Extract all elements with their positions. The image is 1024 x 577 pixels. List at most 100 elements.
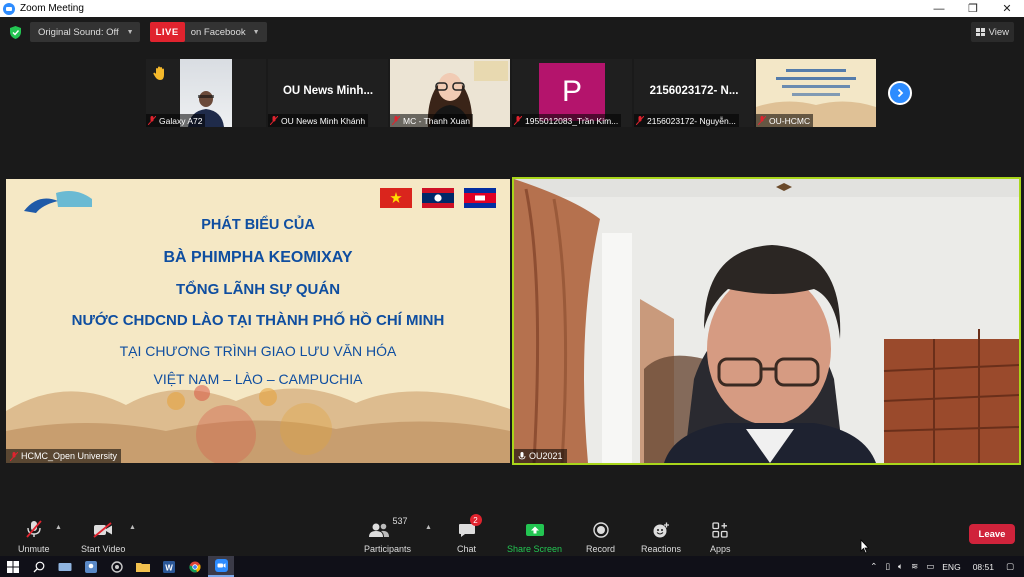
- keyboard-app-icon: [58, 562, 72, 571]
- participant-tile[interactable]: OU-HCMC: [756, 59, 876, 127]
- mic-muted-icon: [513, 115, 523, 126]
- close-window-button[interactable]: ✕: [990, 0, 1024, 17]
- original-sound-label: Original Sound: Off: [38, 26, 119, 38]
- slide-line: VIỆT NAM – LÀO – CAMPUCHIA: [153, 371, 363, 387]
- live-stream-indicator[interactable]: LIVE on Facebook ▼: [149, 22, 267, 42]
- active-speaker-video[interactable]: OU2021: [512, 177, 1021, 465]
- reactions-icon: [652, 516, 670, 538]
- original-sound-toggle[interactable]: Original Sound: Off ▼: [30, 22, 140, 42]
- record-label: Record: [586, 544, 616, 554]
- participant-name: HCMC_Open University: [6, 449, 122, 463]
- zoom-app-icon: [214, 559, 228, 572]
- mic-muted-icon: [635, 115, 645, 126]
- apps-label: Apps: [710, 544, 731, 554]
- chevron-down-icon[interactable]: ▼: [253, 29, 260, 36]
- search-icon: [33, 561, 45, 572]
- chevron-up-icon[interactable]: ▲: [129, 524, 136, 531]
- participant-tile[interactable]: Galaxy A72: [146, 59, 266, 127]
- chat-button[interactable]: 2 Chat: [457, 514, 482, 554]
- participant-tile[interactable]: MC - Thanh Xuan: [390, 59, 510, 127]
- speaker-video-feed: [514, 179, 1019, 463]
- leave-button[interactable]: Leave: [969, 524, 1015, 544]
- participant-display-name: OU News Minh...: [282, 85, 374, 97]
- taskbar-app-zoom[interactable]: [208, 556, 234, 577]
- chevron-down-icon[interactable]: ▼: [127, 29, 134, 36]
- taskbar-app[interactable]: [130, 556, 156, 577]
- raised-hand-icon: [153, 66, 164, 80]
- participant-name: Galaxy A72: [146, 114, 206, 127]
- reactions-button[interactable]: Reactions: [641, 516, 681, 554]
- participant-display-name: 2156023172- N...: [649, 85, 739, 97]
- notifications-icon[interactable]: ▢: [1006, 561, 1014, 572]
- view-button[interactable]: View: [970, 22, 1014, 42]
- taskbar-app[interactable]: [78, 556, 104, 577]
- windows-logo-icon: [7, 560, 19, 573]
- maximize-button[interactable]: ❐: [956, 0, 990, 17]
- record-button[interactable]: Record: [586, 516, 615, 554]
- video-off-icon: [93, 516, 113, 538]
- chevron-up-icon[interactable]: ▲: [55, 524, 62, 531]
- participant-name: OU News Minh Khánh: [268, 114, 369, 127]
- taskbar-app[interactable]: W: [156, 556, 182, 577]
- wifi-icon[interactable]: ≋: [911, 561, 918, 572]
- live-badge: LIVE: [149, 22, 185, 42]
- meeting-controls: Unmute ▲ Start Video ▲ 537 Participants …: [0, 512, 1024, 556]
- taskbar-app[interactable]: [182, 556, 208, 577]
- unmute-button[interactable]: Unmute: [18, 516, 50, 554]
- participant-tile[interactable]: 2156023172- N... 2156023172- Nguyễn...: [634, 59, 754, 127]
- clock[interactable]: 08:51: [973, 562, 994, 572]
- participants-label: Participants: [364, 544, 412, 554]
- participant-name: MC - Thanh Xuan: [390, 114, 473, 127]
- taskbar-app[interactable]: [104, 556, 130, 577]
- unmute-label: Unmute: [18, 544, 50, 554]
- mic-muted-icon: [9, 451, 19, 461]
- mic-muted-icon: [391, 115, 401, 126]
- search-button[interactable]: [26, 556, 52, 577]
- share-screen-button[interactable]: Share Screen: [507, 516, 562, 554]
- input-language[interactable]: ENG: [942, 562, 960, 572]
- slide-line: PHÁT BIỂU CỦA: [201, 217, 315, 233]
- chat-unread-badge: 2: [469, 514, 482, 526]
- participant-name: OU2021: [514, 449, 567, 463]
- mic-muted-icon: [147, 115, 157, 126]
- chevron-up-icon[interactable]: ⌃: [870, 561, 877, 572]
- battery-icon[interactable]: ▭: [926, 561, 934, 572]
- participant-tile[interactable]: P 1955012083_Trần Kim...: [512, 59, 632, 127]
- security-shield-icon[interactable]: [9, 25, 21, 39]
- windows-taskbar: W ⌃ ▯ 🔈︎ ≋ ▭ ENG 08:51 ▢: [0, 556, 1024, 577]
- mic-muted-icon: [269, 115, 279, 126]
- minimize-button[interactable]: —: [922, 0, 956, 17]
- share-screen-icon: [525, 516, 545, 538]
- mic-muted-icon: [26, 516, 42, 538]
- reactions-label: Reactions: [641, 544, 682, 554]
- device-icon[interactable]: ▯: [885, 561, 890, 572]
- start-button[interactable]: [0, 556, 26, 577]
- flags: [380, 188, 496, 208]
- participants-count: 537: [392, 516, 408, 526]
- mic-icon: [518, 451, 526, 461]
- slide-line: NƯỚC CHDCND LÀO TẠI THÀNH PHỐ HỒ CHÍ MIN…: [71, 312, 445, 329]
- taskbar-app[interactable]: [52, 556, 78, 577]
- chevron-up-icon[interactable]: ▲: [425, 524, 432, 531]
- apps-button[interactable]: Apps: [710, 516, 731, 554]
- participant-name: OU-HCMC: [756, 114, 814, 127]
- vietnam-flag-icon: [380, 188, 412, 208]
- window-title: Zoom Meeting: [20, 3, 84, 14]
- folder-icon: [136, 563, 150, 572]
- participant-tile[interactable]: OU News Minh... OU News Minh Khánh: [268, 59, 388, 127]
- title-bar: Zoom Meeting — ❐ ✕: [0, 0, 1024, 17]
- participant-name: 1955012083_Trần Kim...: [512, 114, 622, 127]
- start-video-button[interactable]: Start Video: [81, 516, 125, 554]
- share-screen-label: Share Screen: [507, 544, 563, 554]
- participant-avatar: P: [539, 63, 605, 121]
- next-page-arrow-icon[interactable]: [888, 81, 912, 105]
- shared-content-panel[interactable]: PHÁT BIỂU CỦA BÀ PHIMPHA KEOMIXAY TỔNG L…: [6, 179, 510, 463]
- chat-icon: 2: [458, 514, 482, 538]
- volume-icon[interactable]: 🔈︎: [898, 561, 903, 572]
- participant-name: 2156023172- Nguyễn...: [634, 114, 739, 127]
- apps-icon: [712, 516, 728, 538]
- slide-line: BÀ PHIMPHA KEOMIXAY: [163, 249, 353, 266]
- chrome-icon: [189, 561, 201, 572]
- participants-button[interactable]: 537 Participants: [364, 516, 411, 554]
- mic-muted-icon: [757, 115, 767, 126]
